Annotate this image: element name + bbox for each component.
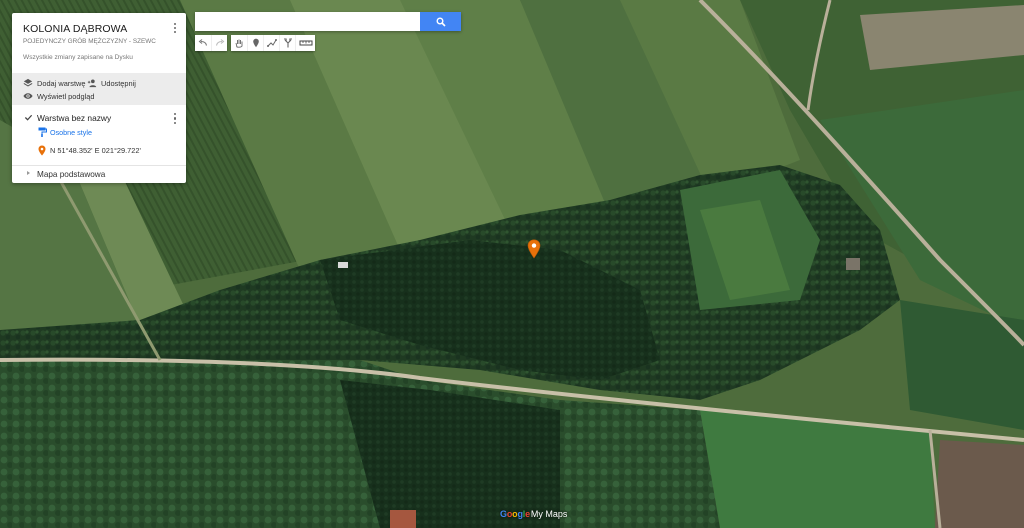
history-group bbox=[195, 35, 227, 51]
google-my-maps-logo: Google My Maps bbox=[500, 509, 567, 519]
share-button[interactable]: Udostępnij bbox=[87, 78, 136, 88]
redo-icon bbox=[215, 39, 224, 46]
map-legend-panel: KOLONIA DĄBROWA POJEDYNCZY GRÓB MĘŻCZYZN… bbox=[12, 13, 186, 183]
hand-icon bbox=[235, 39, 243, 48]
layers-icon bbox=[23, 78, 33, 87]
orange-pin-icon bbox=[38, 145, 46, 156]
preview-button[interactable]: Wyświetl podgląd bbox=[23, 91, 94, 101]
search-button[interactable] bbox=[420, 12, 461, 31]
share-label: Udostępnij bbox=[101, 78, 136, 88]
map-title[interactable]: KOLONIA DĄBROWA bbox=[23, 23, 127, 35]
base-map-label[interactable]: Mapa podstawowa bbox=[37, 170, 105, 179]
route-icon bbox=[283, 38, 292, 48]
map-toolbar bbox=[195, 35, 315, 51]
measure-button[interactable] bbox=[295, 35, 315, 51]
add-marker-button[interactable] bbox=[247, 35, 263, 51]
layer-feature-item[interactable]: N 51°48.352' E 021°29.722' bbox=[38, 145, 141, 156]
add-layer-button[interactable]: Dodaj warstwę bbox=[23, 78, 85, 88]
map-header: KOLONIA DĄBROWA POJEDYNCZY GRÓB MĘŻCZYZN… bbox=[12, 13, 186, 73]
base-map-section[interactable]: Mapa podstawowa bbox=[12, 165, 186, 183]
layer-feature-label: N 51°48.352' E 021°29.722' bbox=[50, 146, 141, 155]
line-icon bbox=[266, 39, 277, 47]
eye-icon bbox=[23, 93, 33, 99]
google-wordmark: Google bbox=[500, 509, 530, 519]
my-maps-wordmark: My Maps bbox=[530, 509, 568, 519]
layer-visibility-checkbox[interactable] bbox=[24, 113, 33, 122]
layer-name[interactable]: Warstwa bez nazwy bbox=[37, 113, 111, 123]
preview-label: Wyświetl podgląd bbox=[37, 91, 95, 101]
map-actions-bar: Dodaj warstwę Udostępnij Wyświetl podglą… bbox=[12, 73, 186, 105]
directions-button[interactable] bbox=[279, 35, 295, 51]
layer-style-label: Osobne style bbox=[50, 127, 92, 137]
search-icon bbox=[436, 17, 446, 27]
paint-roller-icon bbox=[38, 127, 47, 137]
add-layer-label: Dodaj warstwę bbox=[37, 78, 86, 88]
draw-line-button[interactable] bbox=[263, 35, 279, 51]
undo-button[interactable] bbox=[195, 35, 211, 51]
search-input[interactable] bbox=[195, 12, 420, 31]
add-person-icon bbox=[87, 79, 97, 88]
layer-style-link[interactable]: Osobne style bbox=[38, 127, 92, 137]
undo-icon bbox=[198, 39, 208, 46]
ruler-icon bbox=[299, 40, 312, 46]
search-bar bbox=[195, 12, 461, 31]
pan-tool-button[interactable] bbox=[231, 35, 247, 51]
redo-button[interactable] bbox=[211, 35, 227, 51]
map-description[interactable]: POJEDYNCZY GRÓB MĘŻCZYZNY - SZEWC bbox=[23, 38, 156, 45]
marker-icon bbox=[252, 38, 259, 48]
expand-arrow-icon[interactable] bbox=[27, 171, 30, 175]
save-status: Wszystkie zmiany zapisane na Dysku bbox=[23, 54, 133, 61]
layer-section: Warstwa bez nazwy Osobne style N 51°48.3… bbox=[12, 105, 186, 167]
map-marker-pin[interactable] bbox=[527, 239, 541, 259]
tools-group bbox=[231, 35, 315, 51]
map-options-icon[interactable] bbox=[170, 21, 180, 35]
layer-options-icon[interactable] bbox=[171, 112, 179, 125]
